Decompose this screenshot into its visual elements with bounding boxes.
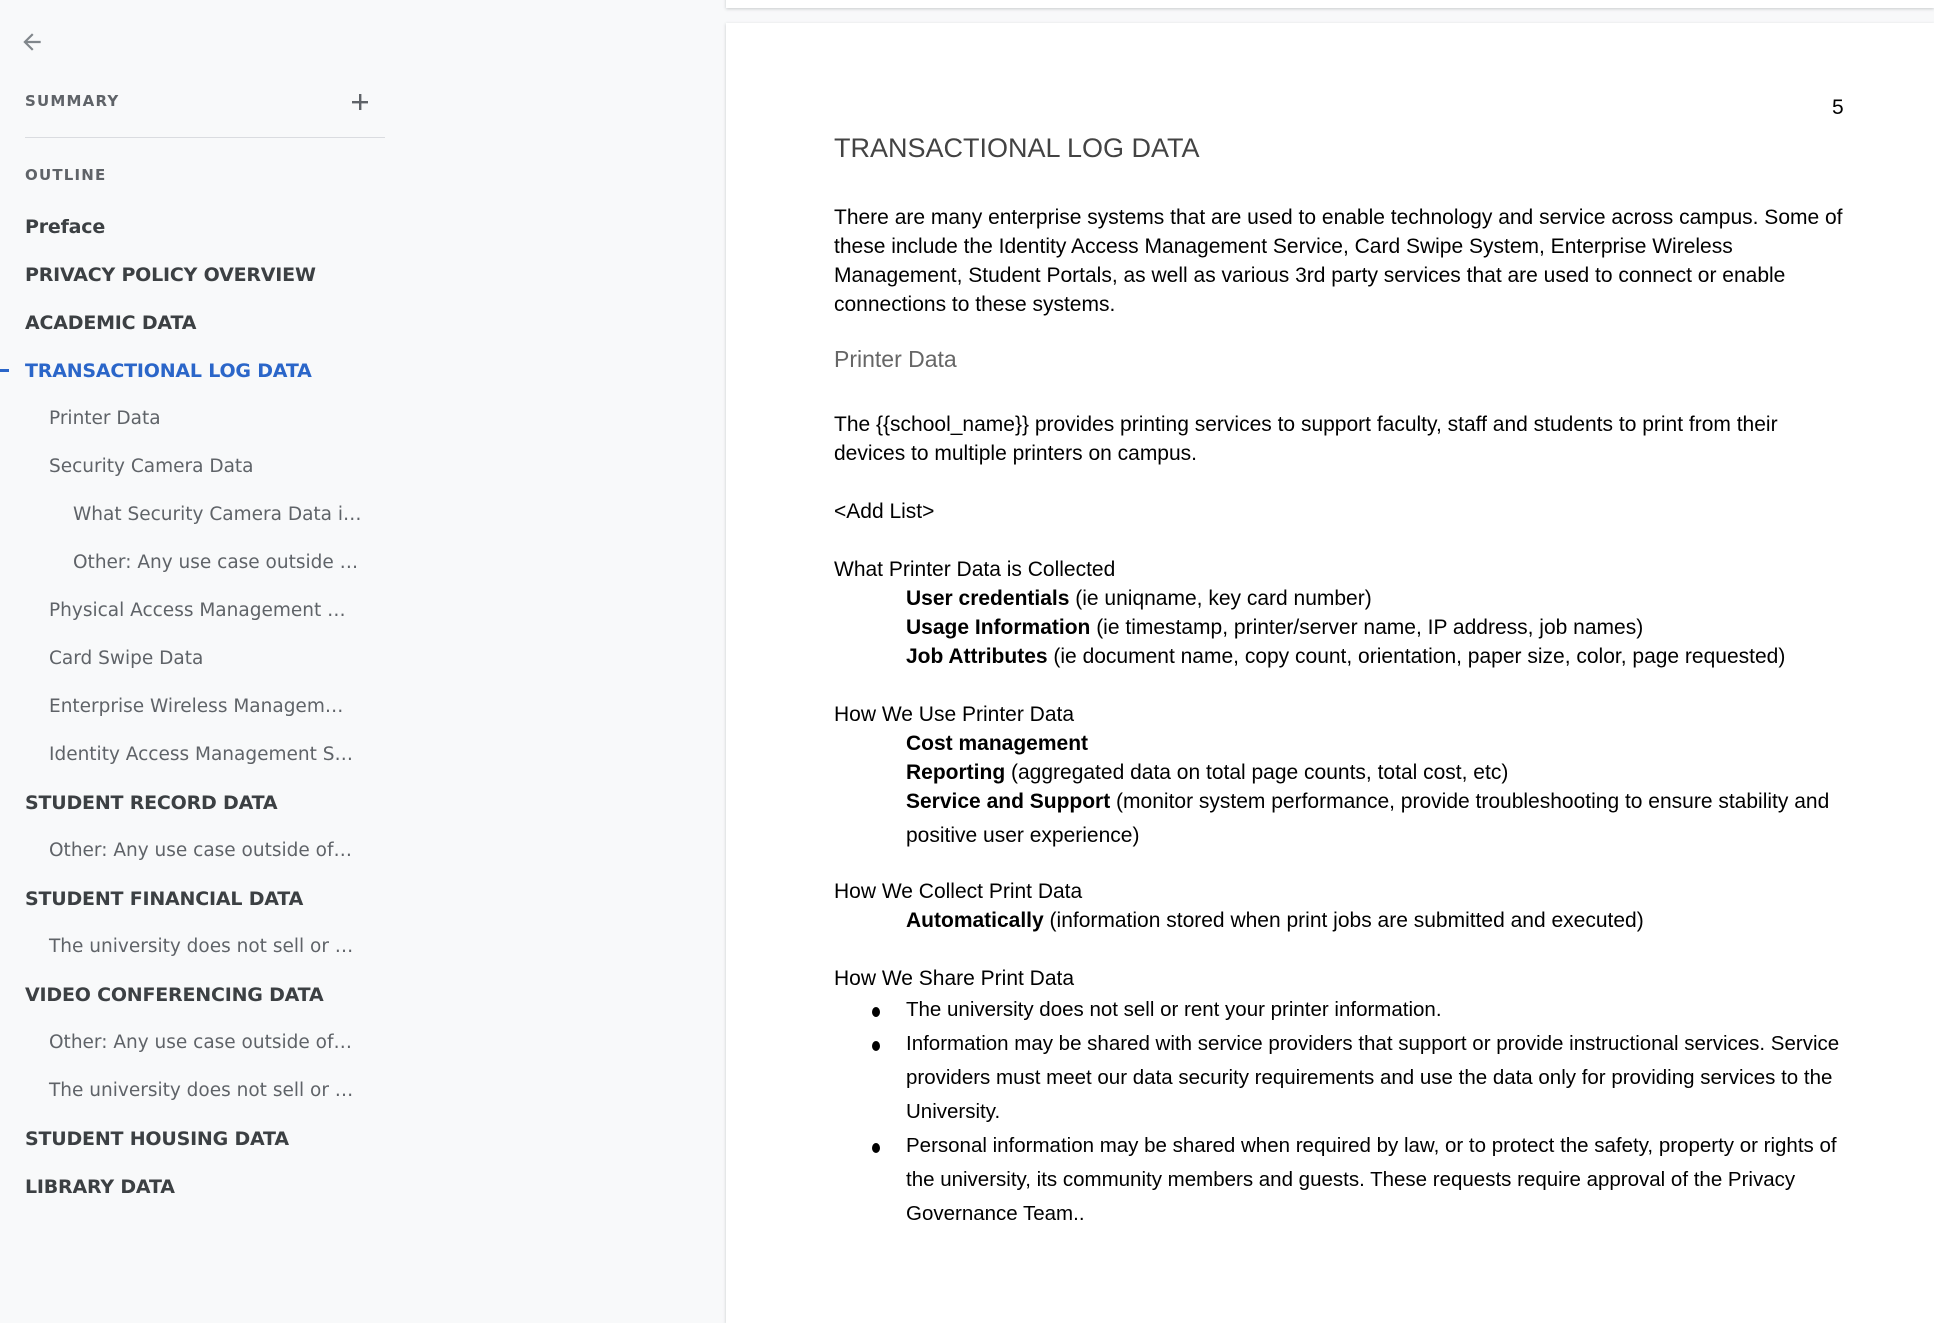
outline-item[interactable]: PRIVACY POLICY OVERVIEW [0, 250, 385, 298]
outline-item[interactable]: Other: Any use case outside … [0, 538, 362, 586]
item-term: Reporting [906, 761, 1006, 784]
outline-item[interactable]: Preface [0, 202, 385, 250]
outline-item-label: Enterprise Wireless Managem… [49, 696, 344, 717]
bullet-icon [872, 1041, 880, 1051]
item-description: (ie document name, copy count, orientati… [1047, 645, 1786, 668]
divider [25, 137, 385, 138]
outline-item[interactable]: Security Camera Data [0, 442, 362, 490]
outline-item[interactable]: ACADEMIC DATA [0, 298, 385, 346]
collected-item[interactable]: Usage Information (ie timestamp, printer… [834, 613, 1854, 642]
outline-item-label: Other: Any use case outside … [73, 552, 359, 573]
previous-page-edge [726, 0, 1934, 8]
bullet-text: The university does not sell or rent you… [906, 998, 1442, 1021]
document-page: 5 TRANSACTIONAL LOG DATA There are many … [726, 23, 1934, 1323]
collect-list: Automatically (information stored when p… [834, 906, 1854, 935]
section-title[interactable]: TRANSACTIONAL LOG DATA [834, 133, 1200, 164]
collect-heading[interactable]: How We Collect Print Data [834, 877, 1854, 906]
bullet-text: Personal information may be shared when … [906, 1134, 1837, 1225]
outline-item[interactable]: VIDEO CONFERENCING DATA [0, 970, 385, 1018]
use-item[interactable]: Cost management [834, 729, 1854, 758]
outline-item[interactable]: Printer Data [0, 394, 362, 442]
outline-item-label: Physical Access Management … [49, 600, 346, 621]
outline-item-label: What Security Camera Data i… [73, 504, 362, 525]
item-term: Service and Support [906, 790, 1111, 813]
add-summary-button[interactable] [346, 88, 374, 116]
document-outline-sidebar: SUMMARY OUTLINE Preface PRIVACY POLICY OV… [0, 0, 726, 1298]
arrow-left-icon [23, 33, 41, 51]
printer-intro-paragraph[interactable]: The {{school_name}} provides printing se… [834, 410, 1854, 468]
item-term: Job Attributes [906, 645, 1048, 668]
outline-item[interactable]: LIBRARY DATA [0, 1162, 385, 1210]
item-term: User credentials [906, 587, 1070, 610]
outline-list: Preface PRIVACY POLICY OVERVIEW ACADEMIC D… [0, 202, 400, 1210]
outline-item[interactable]: Other: Any use case outside of… [0, 1018, 362, 1066]
outline-item[interactable]: STUDENT HOUSING DATA [0, 1114, 385, 1162]
outline-item[interactable]: STUDENT FINANCIAL DATA [0, 874, 385, 922]
summary-heading: SUMMARY [25, 92, 120, 110]
bullet-icon [872, 1007, 880, 1017]
outline-item-label: STUDENT FINANCIAL DATA [25, 888, 304, 910]
outline-item[interactable]: Physical Access Management … [0, 586, 362, 634]
outline-item[interactable]: Other: Any use case outside of… [0, 826, 362, 874]
outline-heading: OUTLINE [25, 166, 107, 184]
outline-item[interactable]: What Security Camera Data i… [0, 490, 362, 538]
outline-item[interactable]: Card Swipe Data [0, 634, 362, 682]
outline-item-label: The university does not sell or … [49, 1080, 354, 1101]
outline-item[interactable]: TRANSACTIONAL LOG DATA [0, 346, 385, 394]
item-term: Automatically [906, 909, 1044, 932]
collected-item[interactable]: User credentials (ie uniqname, key card … [834, 584, 1854, 613]
outline-item[interactable]: Identity Access Management S… [0, 730, 362, 778]
outline-item-label: Preface [25, 216, 106, 238]
item-description: (aggregated data on total page counts, t… [1005, 761, 1509, 784]
add-list-placeholder[interactable]: <Add List> [834, 497, 1854, 526]
outline-item-label: PRIVACY POLICY OVERVIEW [25, 264, 316, 286]
share-bullet-list: The university does not sell or rent you… [834, 993, 1854, 1231]
share-bullet-item[interactable]: Information may be shared with service p… [834, 1027, 1854, 1129]
intro-paragraph[interactable]: There are many enterprise systems that a… [834, 203, 1854, 319]
outline-item-label: STUDENT RECORD DATA [25, 792, 278, 814]
outline-item-label: Identity Access Management S… [49, 744, 353, 765]
outline-item[interactable]: The university does not sell or … [0, 1066, 362, 1114]
outline-item-label: LIBRARY DATA [25, 1176, 175, 1198]
outline-item-label: VIDEO CONFERENCING DATA [25, 984, 324, 1006]
use-heading[interactable]: How We Use Printer Data [834, 700, 1854, 729]
outline-item[interactable]: The university does not sell or … [0, 922, 362, 970]
use-list: Cost management Reporting (aggregated dat… [834, 729, 1854, 853]
use-item[interactable]: Service and Support (monitor system perf… [834, 785, 1854, 853]
bullet-text: Information may be shared with service p… [906, 1032, 1840, 1123]
outline-item-label: Other: Any use case outside of… [49, 1032, 352, 1053]
use-item[interactable]: Reporting (aggregated data on total page… [834, 758, 1854, 787]
outline-item[interactable]: STUDENT RECORD DATA [0, 778, 385, 826]
active-indicator [0, 369, 9, 372]
item-term: Cost management [906, 732, 1089, 755]
outline-item-label: Card Swipe Data [49, 648, 204, 669]
outline-item-label: TRANSACTIONAL LOG DATA [25, 360, 312, 382]
item-term: Usage Information [906, 616, 1091, 639]
document-body[interactable]: There are many enterprise systems that a… [834, 203, 1854, 1231]
share-bullet-item[interactable]: Personal information may be shared when … [834, 1129, 1854, 1231]
bullet-icon [872, 1143, 880, 1153]
collected-heading[interactable]: What Printer Data is Collected [834, 555, 1854, 584]
collected-list: User credentials (ie uniqname, key card … [834, 584, 1854, 671]
item-description: (ie timestamp, printer/server name, IP a… [1090, 616, 1644, 639]
outline-item-label: Printer Data [49, 408, 161, 429]
outline-item-label: Other: Any use case outside of… [49, 840, 352, 861]
outline-item-label: The university does not sell or … [49, 936, 354, 957]
collected-item[interactable]: Job Attributes (ie document name, copy c… [834, 642, 1854, 671]
outline-item-label: STUDENT HOUSING DATA [25, 1128, 289, 1150]
collect-item[interactable]: Automatically (information stored when p… [834, 906, 1854, 935]
outline-item[interactable]: Enterprise Wireless Managem… [0, 682, 362, 730]
page-number: 5 [1832, 96, 1844, 119]
subheading-printer-data[interactable]: Printer Data [834, 345, 1854, 374]
back-button[interactable] [14, 24, 50, 60]
share-bullet-item[interactable]: The university does not sell or rent you… [834, 993, 1854, 1027]
outline-item-label: ACADEMIC DATA [25, 312, 197, 334]
outline-item-label: Security Camera Data [49, 456, 254, 477]
plus-icon [352, 94, 368, 110]
item-description: (ie uniqname, key card number) [1069, 587, 1372, 610]
item-description: (information stored when print jobs are … [1043, 909, 1644, 932]
share-heading[interactable]: How We Share Print Data [834, 964, 1854, 993]
